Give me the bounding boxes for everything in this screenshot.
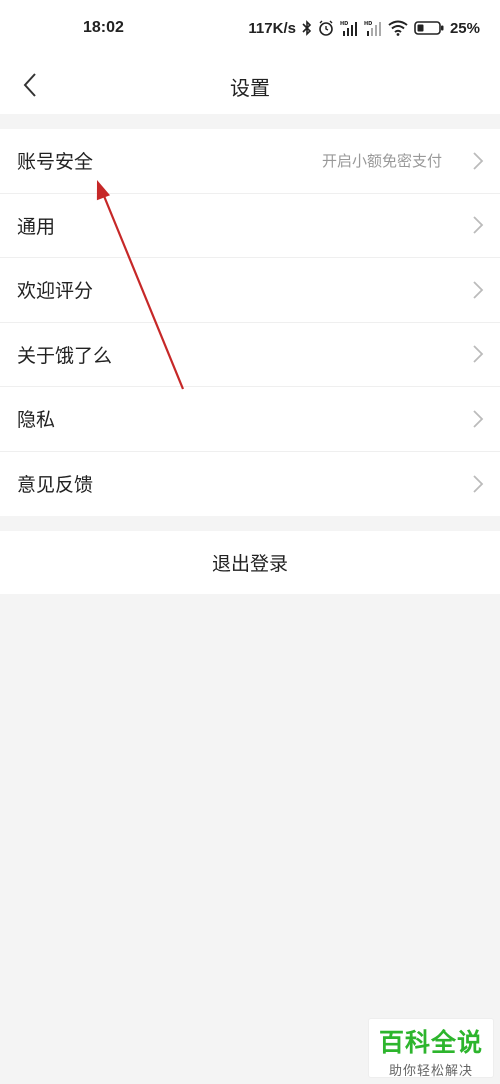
- net-speed: 117K/s: [248, 19, 296, 37]
- menu-item-label: 意见反馈: [17, 474, 94, 497]
- svg-text:HD: HD: [340, 21, 348, 27]
- logout-label: 退出登录: [211, 553, 288, 575]
- chevron-right-icon: [473, 475, 484, 493]
- battery-percent: 25%: [449, 19, 480, 37]
- status-bar: 18:02 117K/s HD HD 25%: [0, 0, 500, 56]
- menu-item-rate[interactable]: 欢迎评分: [0, 258, 500, 323]
- menu-item-label: 关于饿了么: [17, 344, 113, 367]
- status-icons: 117K/s HD HD 25%: [248, 16, 480, 40]
- battery-icon: [414, 21, 444, 35]
- menu-item-label: 欢迎评分: [17, 280, 94, 303]
- signal-hd-icon: HD: [340, 20, 358, 36]
- menu-item-feedback[interactable]: 意见反馈: [0, 452, 500, 517]
- chevron-right-icon: [473, 281, 484, 299]
- bluetooth-icon: [302, 20, 312, 36]
- svg-text:HD: HD: [364, 21, 372, 27]
- chevron-right-icon: [473, 216, 484, 234]
- settings-list: 账号安全 开启小额免密支付 通用 欢迎评分 关于饿了么 隐私 意见反馈: [0, 129, 500, 516]
- watermark-logo: 百科全说 助你轻松解决: [368, 1018, 494, 1079]
- alarm-icon: [318, 20, 334, 36]
- menu-item-label: 隐私: [17, 409, 56, 432]
- page-title: 设置: [230, 76, 270, 100]
- menu-item-hint: 开启小额免密支付: [321, 152, 442, 171]
- chevron-right-icon: [473, 410, 484, 428]
- logout-button[interactable]: 退出登录: [0, 531, 500, 594]
- menu-item-label: 账号安全: [17, 151, 94, 174]
- chevron-right-icon: [473, 345, 484, 363]
- wifi-icon: [388, 20, 408, 36]
- watermark-title: 百科全说: [378, 1028, 483, 1057]
- status-time: 18:02: [83, 19, 124, 36]
- menu-item-general[interactable]: 通用: [0, 194, 500, 258]
- menu-item-account-security[interactable]: 账号安全 开启小额免密支付: [0, 129, 500, 194]
- signal-hd-icon: HD: [364, 20, 382, 36]
- menu-item-label: 通用: [17, 215, 56, 238]
- menu-item-about[interactable]: 关于饿了么: [0, 323, 500, 387]
- watermark-subtitle: 助你轻松解决: [388, 1064, 473, 1079]
- chevron-right-icon: [473, 152, 484, 170]
- nav-bar: 设置: [0, 56, 500, 114]
- menu-item-privacy[interactable]: 隐私: [0, 387, 500, 452]
